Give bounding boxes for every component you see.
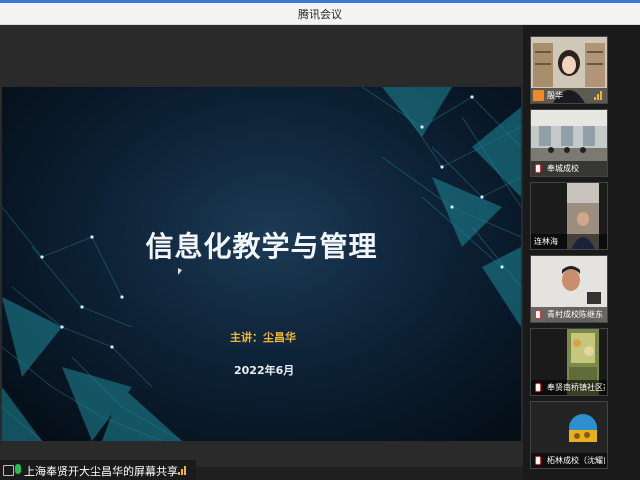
participant-label: 连林海 <box>531 234 607 249</box>
participant-tile[interactable]: 柘林成校（沈耀良） <box>530 401 608 469</box>
slide-speaker: 主讲：尘昌华 <box>230 331 296 344</box>
slide-title: 信息化教学与管理 <box>145 230 378 263</box>
participant-label: 奉城成校 <box>531 161 607 176</box>
participant-name: 柘林成校（沈耀良） <box>547 456 605 465</box>
shared-screen-area: 信息化教学与管理 主讲：尘昌华 2022年6月 <box>0 25 523 467</box>
participant-label: 奉贤南桥镇社区家长学... <box>531 380 607 395</box>
participant-name: 奉贤南桥镇社区家长学... <box>547 383 605 392</box>
participant-label: 柘林成校（沈耀良） <box>531 453 607 468</box>
mouse-cursor-icon <box>178 268 182 275</box>
participant-tile[interactable]: 奉城成校 <box>530 109 608 177</box>
screen-share-label: 上海奉贤开大尘昌华的屏幕共享 <box>24 465 178 478</box>
participant-label: 殷华 <box>531 88 607 103</box>
signal-strength-icon <box>178 465 188 475</box>
participant-name: 殷华 <box>547 91 563 100</box>
participant-video-list: 殷华 奉城成校 连林海 青村成校陈继东 奉贤南桥镇社区 柘林成校（沈耀 <box>523 25 640 480</box>
participant-tile[interactable]: 连林海 <box>530 182 608 250</box>
screen-share-icon <box>3 465 14 476</box>
participant-name: 奉城成校 <box>547 164 579 173</box>
screen-share-status-bar[interactable]: 上海奉贤开大尘昌华的屏幕共享 <box>0 460 196 480</box>
signal-strength-icon <box>594 91 604 100</box>
participant-tile[interactable]: 奉贤南桥镇社区家长学... <box>530 328 608 396</box>
presentation-slide: 信息化教学与管理 主讲：尘昌华 2022年6月 <box>2 87 521 441</box>
microphone-icon <box>15 464 21 474</box>
mic-muted-icon <box>535 456 541 465</box>
window-title: 腾讯会议 <box>298 8 342 21</box>
slide-date: 2022年6月 <box>234 364 295 377</box>
mic-muted-icon <box>535 310 541 319</box>
participant-tile[interactable]: 青村成校陈继东 <box>530 255 608 323</box>
participant-label: 青村成校陈继东 <box>531 307 607 322</box>
participant-tile[interactable]: 殷华 <box>530 36 608 104</box>
mic-muted-icon <box>535 164 541 173</box>
mic-muted-icon <box>535 383 541 392</box>
participant-name: 连林海 <box>534 237 558 246</box>
participant-name: 青村成校陈继东 <box>547 310 603 319</box>
title-bar: 腾讯会议 <box>0 3 640 25</box>
host-badge-icon <box>533 90 544 101</box>
